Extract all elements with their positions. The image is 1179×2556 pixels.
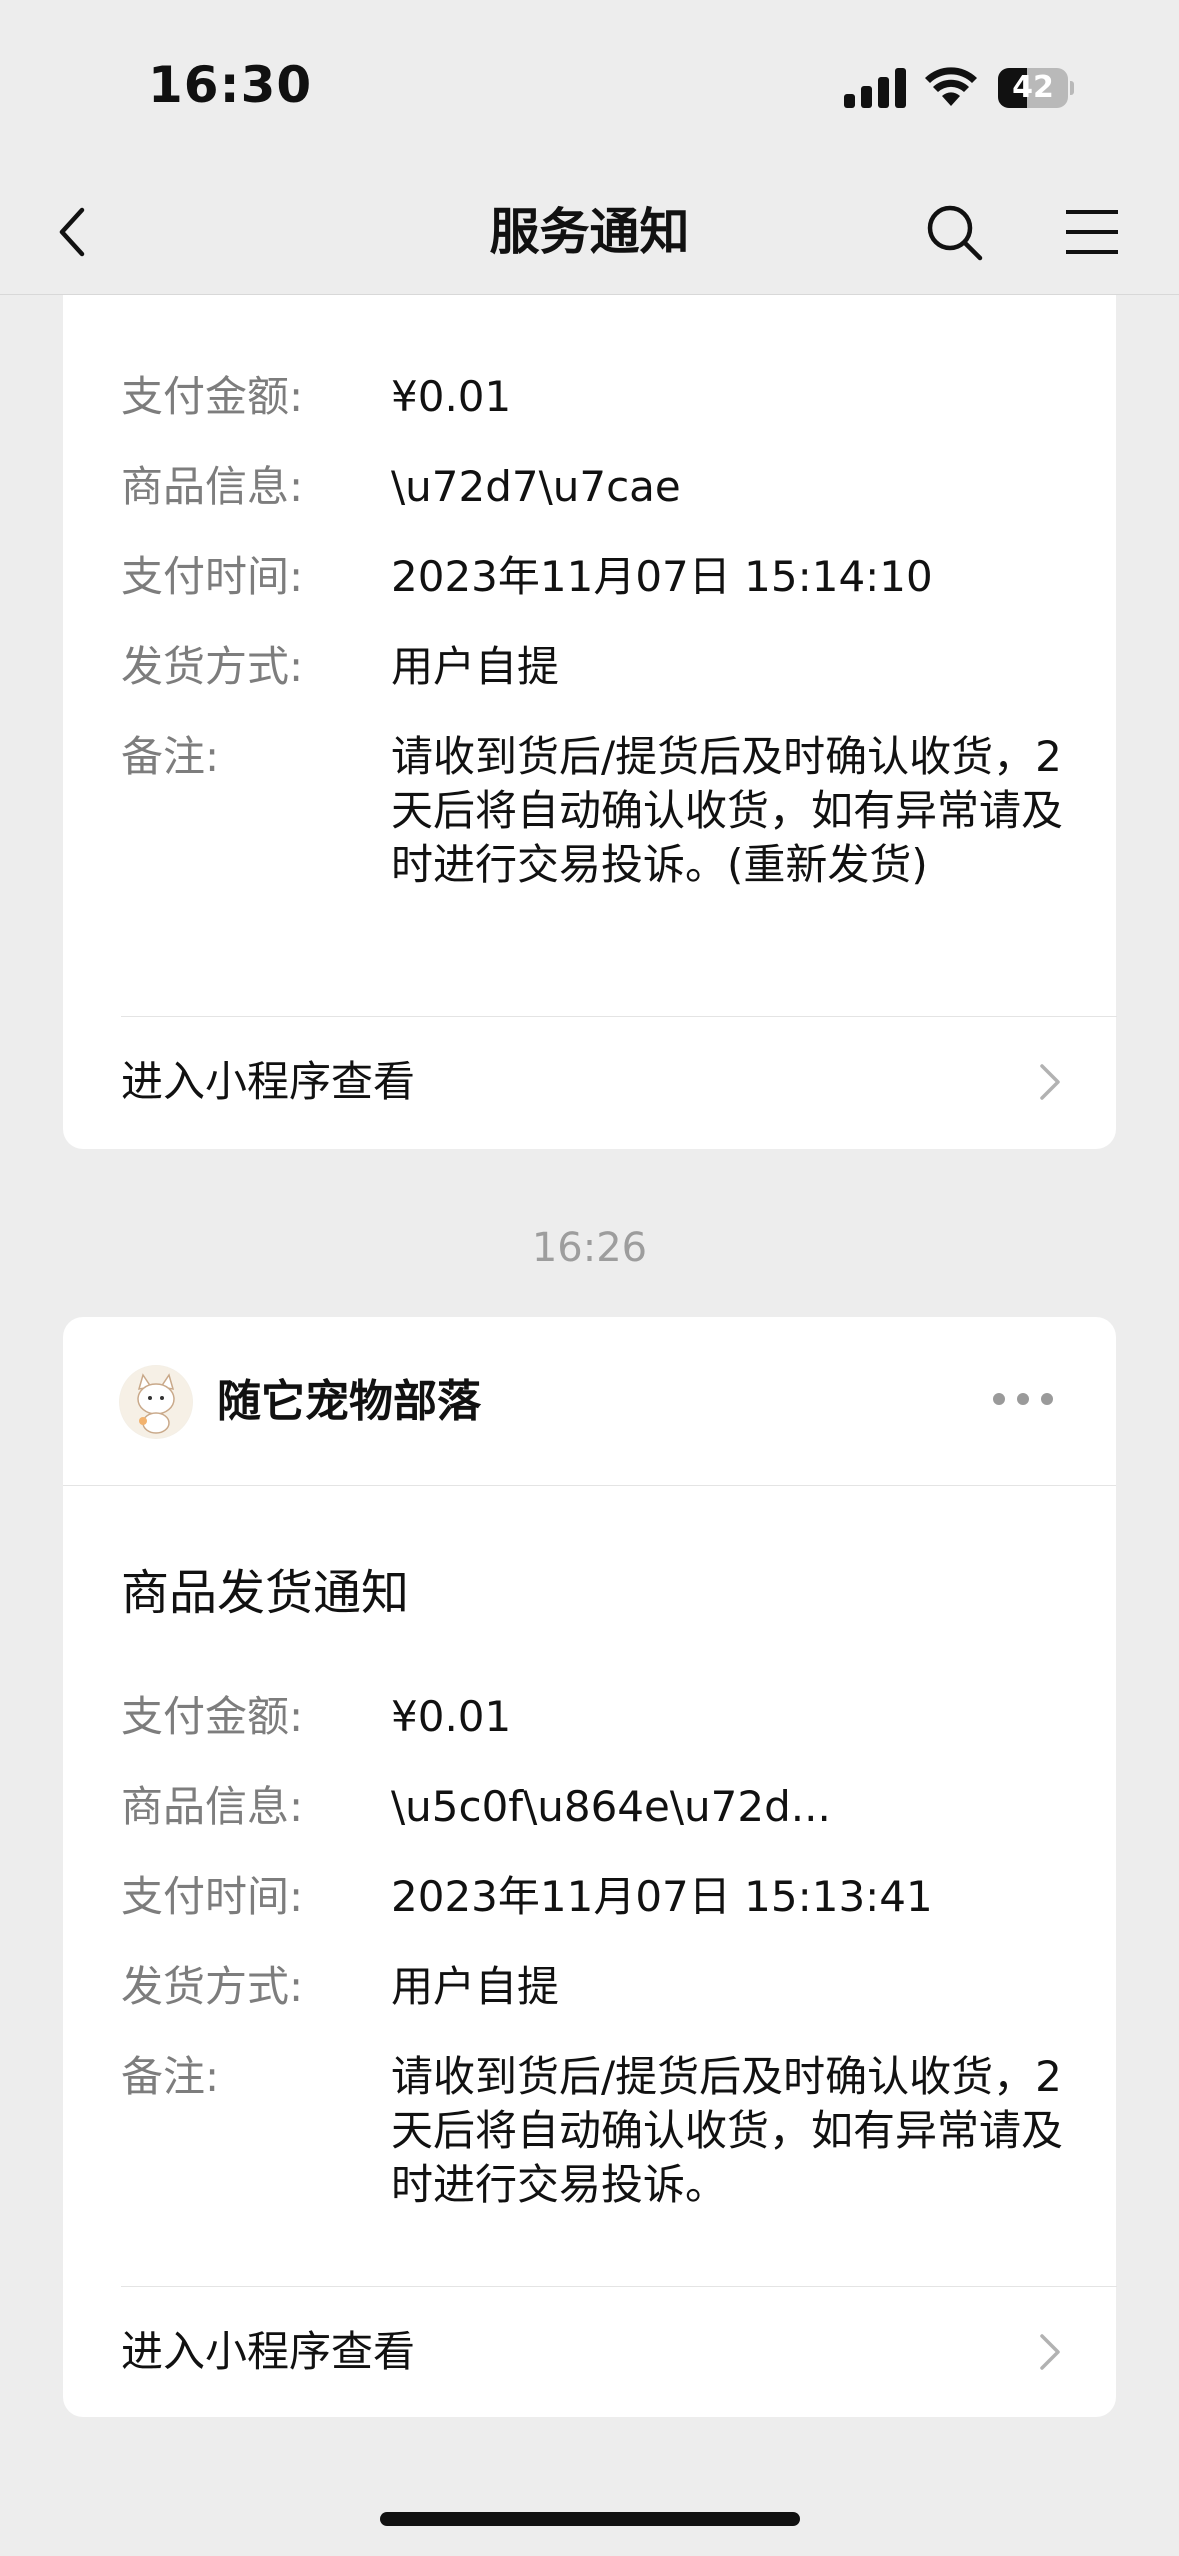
more-options-icon[interactable] bbox=[993, 1387, 1053, 1411]
search-icon[interactable] bbox=[920, 198, 988, 266]
row-label: 备注: bbox=[121, 2052, 220, 2101]
store-name: 随它宠物部落 bbox=[217, 1376, 481, 1427]
notification-card: 随它宠物部落 商品发货通知 支付金额: ¥0.01 商品信息: \u5c0f\u… bbox=[63, 1317, 1117, 2417]
avatar bbox=[119, 1365, 193, 1439]
row-label: 发货方式: bbox=[121, 1962, 304, 2011]
row-value: 请收到货后/提货后及时确认收货，2天后将自动确认收货，如有异常请及时进行交易投诉… bbox=[391, 732, 1064, 889]
row-value: 2023年11月07日 15:13:41 bbox=[391, 1872, 933, 1921]
battery-icon: 42 bbox=[998, 68, 1074, 108]
wifi-icon bbox=[925, 67, 977, 106]
row-value: 用户自提 bbox=[391, 642, 560, 691]
status-time: 16:30 bbox=[148, 56, 313, 114]
row-label: 备注: bbox=[121, 732, 220, 781]
card-header[interactable]: 随它宠物部落 bbox=[63, 1317, 1116, 1486]
row-label: 支付金额: bbox=[121, 1692, 304, 1741]
link-label: 进入小程序查看 bbox=[121, 2327, 416, 2376]
row-label: 支付金额: bbox=[121, 372, 304, 421]
row-label: 商品信息: bbox=[121, 462, 304, 511]
cellular-signal-icon bbox=[844, 68, 908, 108]
link-label: 进入小程序查看 bbox=[121, 1057, 416, 1106]
row-value: \u5c0f\u864e\u72d... bbox=[391, 1782, 831, 1831]
navigation-bar: 服务通知 bbox=[0, 170, 1179, 295]
status-bar: 16:30 42 bbox=[0, 0, 1179, 170]
open-miniprogram-link[interactable]: 进入小程序查看 bbox=[121, 1022, 1061, 1142]
divider bbox=[121, 2286, 1117, 2287]
cat-logo-icon bbox=[120, 1366, 192, 1438]
menu-icon[interactable] bbox=[1060, 200, 1124, 264]
row-value: \u72d7\u7cae bbox=[391, 462, 681, 511]
notification-card: 支付金额: ¥0.01 商品信息: \u72d7\u7cae 支付时间: 202… bbox=[63, 240, 1117, 1149]
row-value: 用户自提 bbox=[391, 1962, 560, 2011]
chevron-right-icon bbox=[1040, 2334, 1060, 2370]
home-indicator[interactable] bbox=[380, 2512, 800, 2526]
row-label: 支付时间: bbox=[121, 552, 304, 601]
row-value: ¥0.01 bbox=[391, 372, 512, 421]
open-miniprogram-link[interactable]: 进入小程序查看 bbox=[121, 2292, 1061, 2412]
row-value: ¥0.01 bbox=[391, 1692, 512, 1741]
row-label: 支付时间: bbox=[121, 1872, 304, 1921]
notification-title: 商品发货通知 bbox=[121, 1565, 410, 1621]
page-title: 服务通知 bbox=[489, 203, 690, 261]
row-value: 请收到货后/提货后及时确认收货，2天后将自动确认收货，如有异常请及时进行交易投诉… bbox=[391, 2052, 1064, 2209]
battery-level: 42 bbox=[1012, 70, 1054, 105]
divider bbox=[121, 1016, 1117, 1017]
message-timestamp: 16:26 bbox=[531, 1225, 648, 1271]
chevron-right-icon bbox=[1040, 1064, 1060, 1100]
row-label: 商品信息: bbox=[121, 1782, 304, 1831]
row-label: 发货方式: bbox=[121, 642, 304, 691]
row-value: 2023年11月07日 15:14:10 bbox=[391, 552, 933, 601]
